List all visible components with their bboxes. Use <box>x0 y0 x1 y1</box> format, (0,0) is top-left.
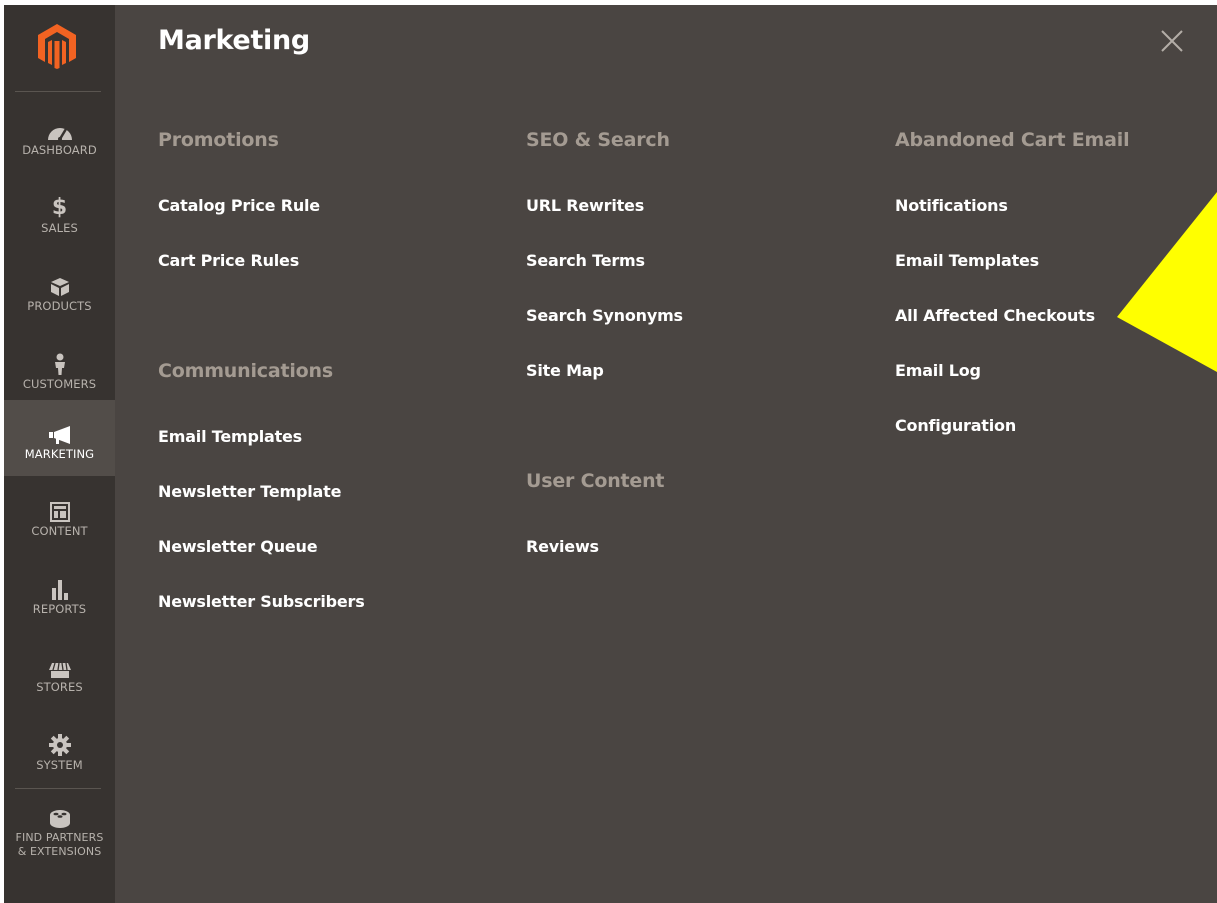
menu-link-notifications[interactable]: Notifications <box>895 196 1008 215</box>
menu-link-newsletter-queue[interactable]: Newsletter Queue <box>158 537 318 556</box>
sidebar-item-label: DASHBOARD <box>22 143 97 157</box>
sidebar-item-sales[interactable]: $ SALES <box>4 179 115 255</box>
sidebar-item-products[interactable]: PRODUCTS <box>4 257 115 333</box>
section-heading-abandoned-cart-email: Abandoned Cart Email <box>895 129 1130 151</box>
sidebar-item-dashboard[interactable]: DASHBOARD <box>4 101 115 177</box>
sidebar-item-label: MARKETING <box>24 447 95 461</box>
section-heading-promotions: Promotions <box>158 129 279 151</box>
menu-link-reviews[interactable]: Reviews <box>526 537 599 556</box>
sidebar-item-stores[interactable]: STORES <box>4 646 115 722</box>
menu-link-email-log[interactable]: Email Log <box>895 361 981 380</box>
annotation-arrow-icon <box>1117 192 1217 372</box>
storefront-icon <box>4 646 115 678</box>
menu-link-cart-price-rules[interactable]: Cart Price Rules <box>158 251 299 270</box>
gear-icon <box>4 724 115 756</box>
sidebar-item-label: REPORTS <box>32 602 87 616</box>
sidebar-divider <box>15 788 101 789</box>
menu-link-newsletter-template[interactable]: Newsletter Template <box>158 482 341 501</box>
lego-brick-icon <box>4 797 115 829</box>
sidebar-divider <box>15 91 101 92</box>
sidebar-item-label: SALES <box>41 221 78 235</box>
person-icon <box>4 335 115 375</box>
menu-link-catalog-price-rule[interactable]: Catalog Price Rule <box>158 196 320 215</box>
magento-logo-icon[interactable] <box>37 23 77 69</box>
menu-link-newsletter-subscribers[interactable]: Newsletter Subscribers <box>158 592 365 611</box>
layout-icon <box>4 490 115 522</box>
menu-link-search-synonyms[interactable]: Search Synonyms <box>526 306 683 325</box>
sidebar-item-label-line: & EXTENSIONS <box>17 845 102 858</box>
admin-sidebar: DASHBOARD $ SALES PRODUCTS CUSTOMERS MAR… <box>4 5 115 903</box>
megaphone-icon <box>4 400 115 445</box>
menu-link-search-terms[interactable]: Search Terms <box>526 251 645 270</box>
sidebar-item-label: PRODUCTS <box>27 299 92 313</box>
sidebar-item-find-partners[interactable]: FIND PARTNERS & EXTENSIONS <box>4 797 115 869</box>
sidebar-item-label-line: FIND PARTNERS <box>15 831 104 844</box>
sidebar-item-label: CONTENT <box>31 524 88 538</box>
menu-link-email-templates[interactable]: Email Templates <box>158 427 302 446</box>
menu-link-configuration[interactable]: Configuration <box>895 416 1016 435</box>
cube-icon <box>4 257 115 297</box>
menu-link-url-rewrites[interactable]: URL Rewrites <box>526 196 644 215</box>
marketing-menu-panel: Marketing Promotions Catalog Price Rule … <box>115 5 1217 903</box>
bar-chart-icon <box>4 568 115 600</box>
sidebar-item-label: FIND PARTNERS & EXTENSIONS <box>4 831 115 859</box>
dollar-icon: $ <box>51 195 68 220</box>
section-heading-communications: Communications <box>158 360 333 382</box>
menu-link-all-affected-checkouts[interactable]: All Affected Checkouts <box>895 306 1095 325</box>
menu-link-site-map[interactable]: Site Map <box>526 361 604 380</box>
section-heading-seo-search: SEO & Search <box>526 129 670 151</box>
menu-link-abandoned-email-templates[interactable]: Email Templates <box>895 251 1039 270</box>
dashboard-icon <box>4 101 115 141</box>
sidebar-item-label: STORES <box>36 680 83 694</box>
sidebar-item-content[interactable]: CONTENT <box>4 490 115 566</box>
sidebar-item-marketing[interactable]: MARKETING <box>4 400 115 476</box>
sidebar-item-reports[interactable]: REPORTS <box>4 568 115 644</box>
close-icon[interactable] <box>1158 27 1186 55</box>
panel-title: Marketing <box>158 25 310 56</box>
section-heading-user-content: User Content <box>526 470 665 492</box>
sidebar-item-label: CUSTOMERS <box>22 377 97 391</box>
sidebar-item-label: SYSTEM <box>36 758 83 772</box>
